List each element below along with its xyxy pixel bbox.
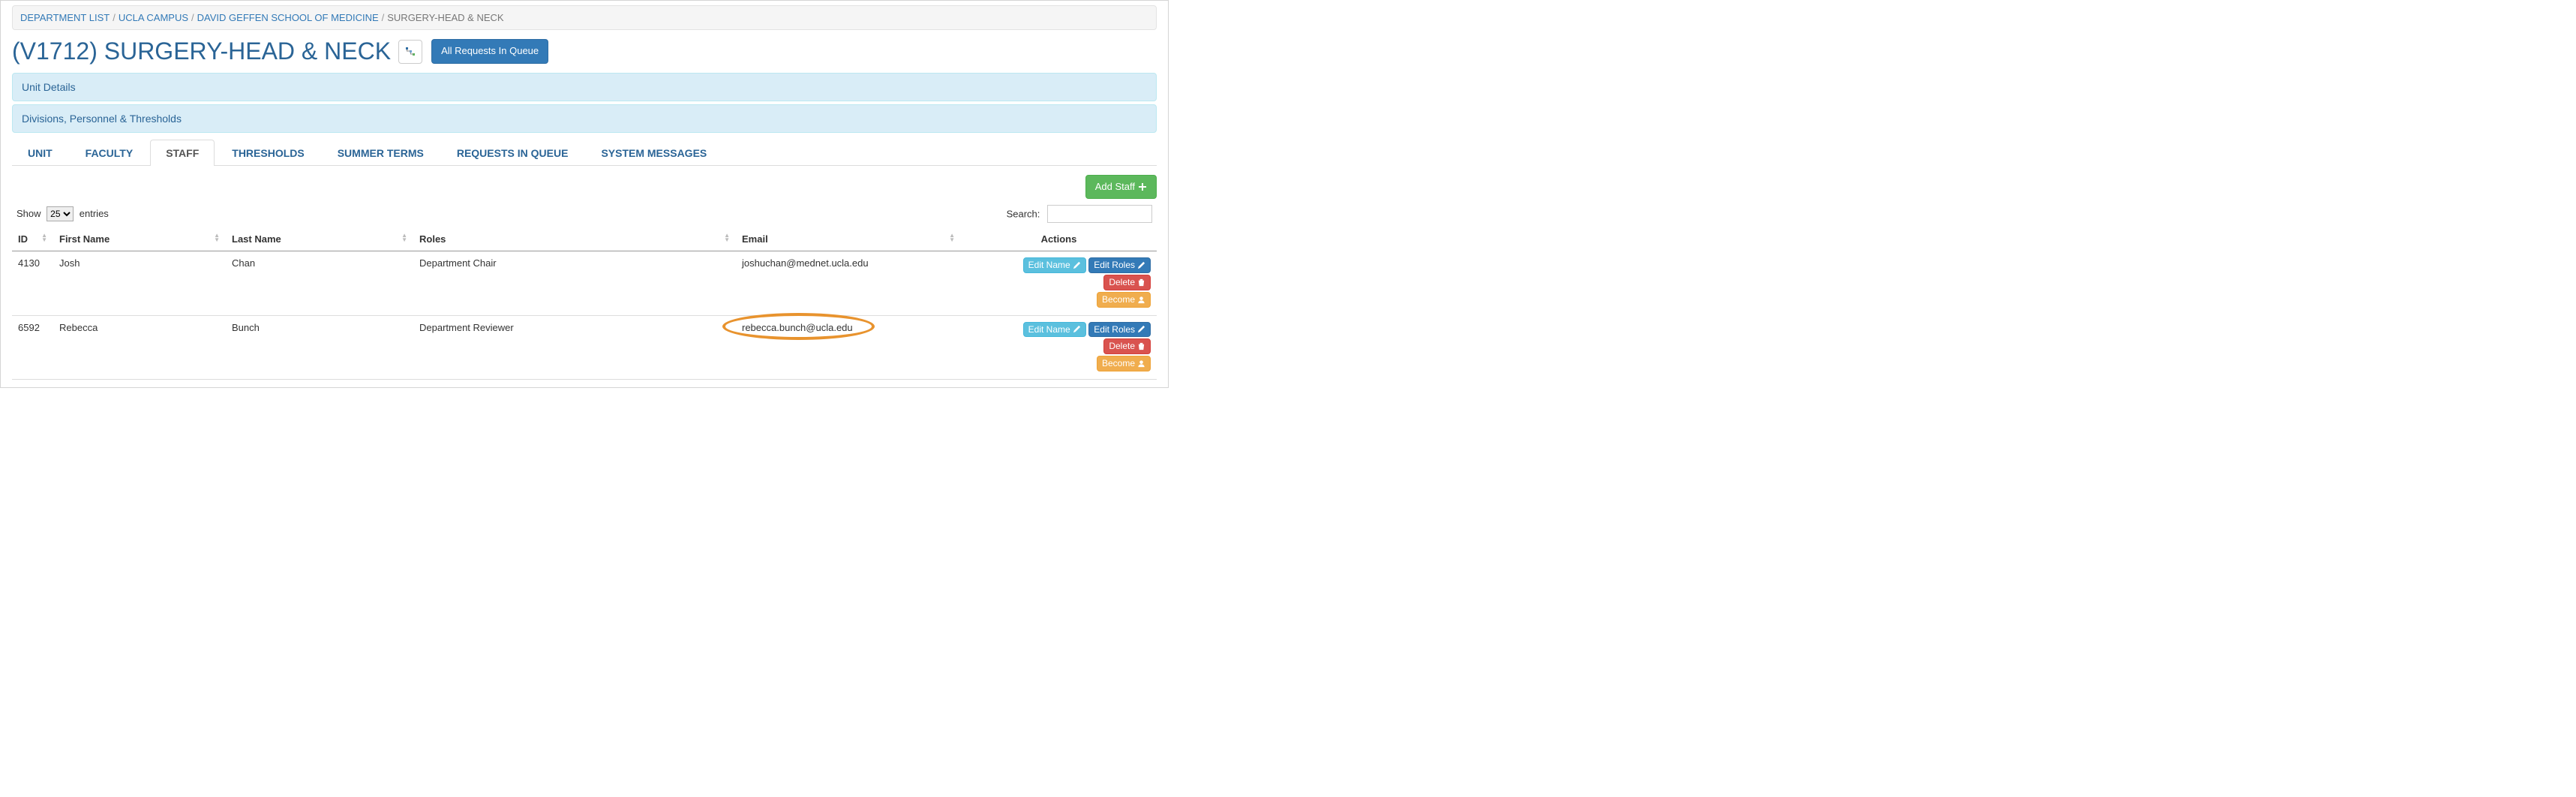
org-chart-icon-button[interactable] <box>398 40 422 64</box>
tab-summer-terms[interactable]: SUMMER TERMS <box>322 140 440 166</box>
user-icon <box>1137 359 1145 368</box>
col-first-name-label: First Name <box>59 233 110 245</box>
col-first-name[interactable]: First Name ▲▼ <box>53 227 226 251</box>
sort-icon: ▲▼ <box>214 233 220 242</box>
col-id[interactable]: ID ▲▼ <box>12 227 53 251</box>
cell-email: joshuchan@mednet.ucla.edu <box>736 251 961 315</box>
breadcrumb-separator: / <box>191 12 194 23</box>
col-actions-label: Actions <box>1041 233 1077 245</box>
col-email[interactable]: Email ▲▼ <box>736 227 961 251</box>
cell-email: rebecca.bunch@ucla.edu <box>736 315 961 379</box>
cell-roles: Department Reviewer <box>413 315 736 379</box>
breadcrumb-link[interactable]: DEPARTMENT LIST <box>20 12 110 23</box>
add-staff-button-label: Add Staff <box>1095 180 1135 194</box>
tab-requests-in-queue[interactable]: REQUESTS IN QUEUE <box>441 140 584 166</box>
cell-first-name: Josh <box>53 251 226 315</box>
divisions-panel[interactable]: Divisions, Personnel & Thresholds <box>12 104 1157 133</box>
entries-length-menu: Show 25 entries <box>17 206 109 221</box>
edit-name-button[interactable]: Edit Name <box>1023 322 1086 338</box>
user-icon <box>1137 296 1145 304</box>
become-button[interactable]: Become <box>1097 292 1151 308</box>
pencil-icon <box>1073 325 1081 333</box>
staff-table: ID ▲▼ First Name ▲▼ Last Name ▲▼ Roles ▲… <box>12 227 1157 380</box>
divisions-link[interactable]: Divisions, Personnel & Thresholds <box>22 113 182 125</box>
col-email-label: Email <box>742 233 768 245</box>
trash-icon <box>1137 278 1145 287</box>
cell-actions: Edit Name Edit Roles Delete Become <box>961 251 1157 315</box>
cell-actions: Edit Name Edit Roles Delete Become <box>961 315 1157 379</box>
col-last-name-label: Last Name <box>232 233 281 245</box>
pencil-icon <box>1137 261 1145 269</box>
cell-first-name: Rebecca <box>53 315 226 379</box>
add-staff-button[interactable]: Add Staff <box>1085 175 1157 199</box>
cell-id: 4130 <box>12 251 53 315</box>
col-actions: Actions <box>961 227 1157 251</box>
email-text: rebecca.bunch@ucla.edu <box>742 322 853 333</box>
email-text: joshuchan@mednet.ucla.edu <box>742 257 869 269</box>
breadcrumb: DEPARTMENT LIST/UCLA CAMPUS/DAVID GEFFEN… <box>12 5 1157 30</box>
delete-button[interactable]: Delete <box>1103 338 1151 354</box>
search-input[interactable] <box>1047 205 1152 223</box>
plus-icon <box>1138 182 1147 191</box>
breadcrumb-separator: / <box>113 12 116 23</box>
search-label: Search: <box>1007 209 1040 220</box>
unit-details-link[interactable]: Unit Details <box>22 81 76 93</box>
sort-icon: ▲▼ <box>41 233 47 242</box>
entries-select[interactable]: 25 <box>47 206 74 221</box>
tab-faculty[interactable]: FACULTY <box>70 140 149 166</box>
all-requests-in-queue-button[interactable]: All Requests In Queue <box>431 39 548 63</box>
sort-icon: ▲▼ <box>401 233 407 242</box>
breadcrumb-link[interactable]: UCLA CAMPUS <box>119 12 188 23</box>
staff-tab-content: Add Staff Show 25 entries Search: <box>12 166 1157 380</box>
tab-thresholds[interactable]: THRESHOLDS <box>216 140 320 166</box>
entries-label: entries <box>80 208 109 219</box>
edit-name-button[interactable]: Edit Name <box>1023 257 1086 273</box>
become-button[interactable]: Become <box>1097 356 1151 371</box>
col-roles-label: Roles <box>419 233 446 245</box>
breadcrumb-link[interactable]: DAVID GEFFEN SCHOOL OF MEDICINE <box>197 12 379 23</box>
sort-icon: ▲▼ <box>724 233 730 242</box>
tabs-bar: UNITFACULTYSTAFFTHRESHOLDSSUMMER TERMSRE… <box>12 139 1157 166</box>
pencil-icon <box>1073 261 1081 269</box>
pencil-icon <box>1137 325 1145 333</box>
breadcrumb-separator: / <box>382 12 385 23</box>
cell-last-name: Chan <box>226 251 413 315</box>
table-row: 4130JoshChanDepartment Chair joshuchan@me… <box>12 251 1157 315</box>
unit-details-panel[interactable]: Unit Details <box>12 73 1157 101</box>
show-label: Show <box>17 208 41 219</box>
tab-staff[interactable]: STAFF <box>150 140 215 166</box>
tab-unit[interactable]: UNIT <box>12 140 68 166</box>
cell-id: 6592 <box>12 315 53 379</box>
org-chart-icon <box>404 46 416 58</box>
edit-roles-button[interactable]: Edit Roles <box>1088 322 1151 338</box>
col-id-label: ID <box>18 233 28 245</box>
col-last-name[interactable]: Last Name ▲▼ <box>226 227 413 251</box>
sort-icon: ▲▼ <box>949 233 955 242</box>
breadcrumb-current: SURGERY-HEAD & NECK <box>387 12 503 23</box>
tab-system-messages[interactable]: SYSTEM MESSAGES <box>585 140 722 166</box>
trash-icon <box>1137 342 1145 350</box>
page-title: (V1712) SURGERY-HEAD & NECK <box>12 38 391 65</box>
edit-roles-button[interactable]: Edit Roles <box>1088 257 1151 273</box>
cell-last-name: Bunch <box>226 315 413 379</box>
delete-button[interactable]: Delete <box>1103 275 1151 290</box>
col-roles[interactable]: Roles ▲▼ <box>413 227 736 251</box>
table-row: 6592RebeccaBunchDepartment Reviewer rebec… <box>12 315 1157 379</box>
cell-roles: Department Chair <box>413 251 736 315</box>
